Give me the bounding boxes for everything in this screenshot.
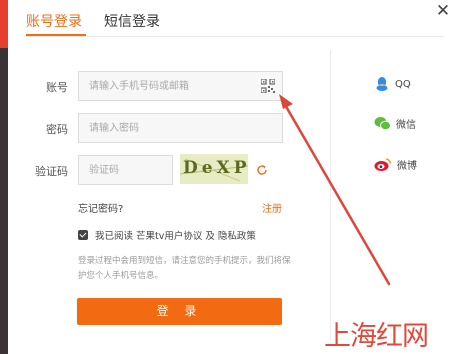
qq-label: QQ [395, 78, 411, 90]
background-window [0, 0, 8, 354]
agreement-prefix: 我已阅读 [95, 231, 134, 242]
agreement-and: 及 [205, 231, 215, 242]
password-label: 密码 [46, 123, 68, 136]
close-icon[interactable]: ✕ [434, 2, 452, 20]
account-label: 账号 [46, 81, 68, 94]
wechat-label: 微信 [396, 120, 416, 131]
captcha-text: DeXP [183, 158, 248, 178]
qq-icon [376, 77, 388, 91]
captcha-label: 验证码 [35, 165, 68, 178]
wechat-login[interactable]: 微信 [374, 116, 416, 131]
header-divider [26, 36, 444, 37]
weibo-icon [374, 158, 392, 171]
password-field [78, 113, 283, 143]
sms-notice: 登录过程中会用到短信，请注意您的手机提示，我们将保护您个人手机号信息。 [78, 256, 291, 281]
background-stripe [0, 0, 8, 48]
tab-account-login[interactable]: 账号登录 [26, 11, 82, 31]
captcha-field [78, 155, 173, 185]
weibo-login[interactable]: 微博 [374, 157, 417, 172]
qq-login[interactable]: QQ [374, 76, 411, 92]
user-agreement-link[interactable]: 芒果tv用户协议 [136, 228, 202, 242]
captcha-image[interactable]: DeXP [180, 154, 248, 184]
register-link[interactable]: 注册 [262, 200, 282, 215]
qr-code-icon[interactable] [261, 79, 275, 93]
login-button[interactable]: 登 录 [77, 298, 282, 325]
password-input[interactable] [79, 114, 282, 142]
vertical-divider [330, 50, 331, 340]
account-field [78, 71, 283, 101]
agreement-checkbox[interactable] [78, 230, 88, 240]
privacy-policy-link[interactable]: 隐私政策 [218, 228, 256, 242]
account-input[interactable] [79, 72, 282, 100]
watermark-logo: 上海红网 [324, 321, 429, 352]
captcha-input[interactable] [79, 156, 172, 184]
refresh-icon[interactable] [256, 164, 268, 176]
weibo-label: 微博 [397, 161, 417, 172]
forgot-password-link[interactable]: 忘记密码? [78, 200, 123, 215]
login-dialog: 账号登录 短信登录 ✕ 账号 密码 验证码 DeXP [8, 0, 462, 354]
agreement-row: 我已阅读 芒果tv用户协议 及 隐私政策 [78, 228, 259, 242]
tab-sms-login[interactable]: 短信登录 [104, 11, 160, 31]
wechat-icon [374, 117, 391, 131]
